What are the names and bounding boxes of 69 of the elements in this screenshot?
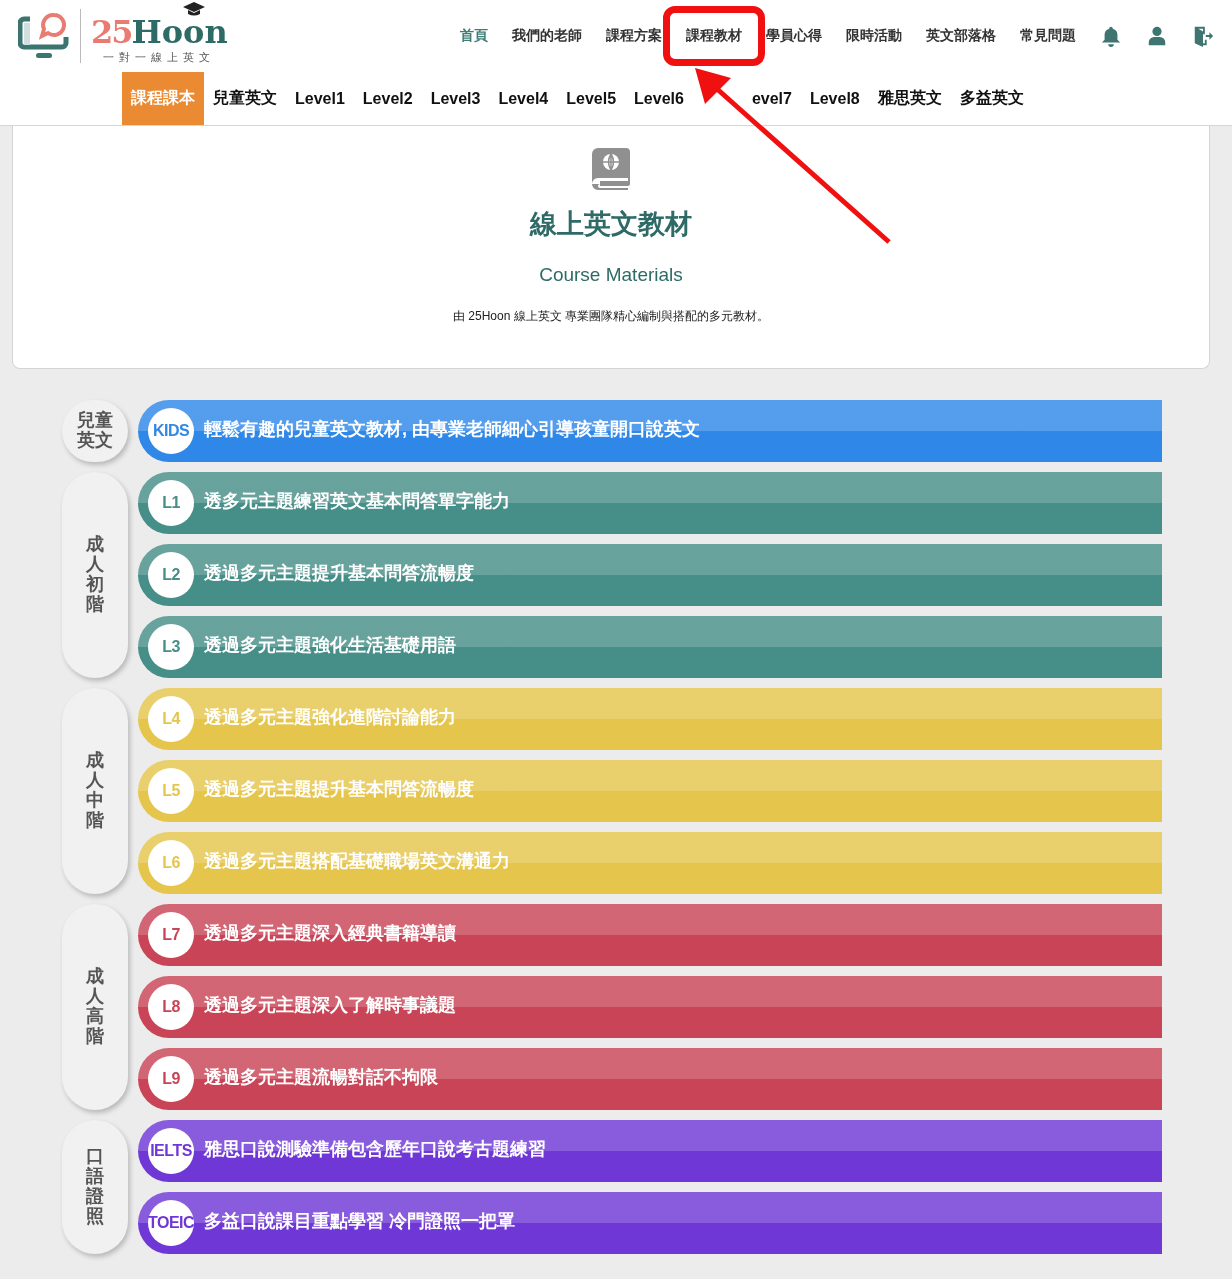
subnav-tab[interactable]: 兒童英文 <box>204 72 286 125</box>
subnav-tab[interactable]: Level6 <box>625 72 693 125</box>
logout-icon[interactable] <box>1192 25 1214 47</box>
course-tag: L4 <box>148 696 194 742</box>
subnav-tab[interactable]: 雅思英文 <box>868 72 951 125</box>
subnav-tab[interactable]: 多益英文 <box>950 72 1033 125</box>
course-bar[interactable]: KIDS 輕鬆有趣的兒童英文教材, 由專業老師細心引導孩童開口說英文 <box>138 400 1162 462</box>
nav-link[interactable]: 限時活動 <box>846 27 902 45</box>
page-description: 由 25Hoon 線上英文 專業團隊精心編制與搭配的多元教材。 <box>452 308 769 325</box>
course-tag: L8 <box>148 984 194 1030</box>
logo-name: Hoon <box>131 17 228 47</box>
nav-link[interactable]: 我們的老師 <box>512 27 582 45</box>
nav-link[interactable]: 常見問題 <box>1020 27 1076 45</box>
group-label: 成人中階 <box>62 688 128 894</box>
course-description: 透過多元主題提升基本問答流暢度 <box>204 562 474 585</box>
page-title: 線上英文教材 <box>530 208 692 241</box>
subnav-tab[interactable]: Level3 <box>421 72 490 125</box>
subnav-tab[interactable]: Level4 <box>489 72 558 125</box>
logo-number: 25 <box>91 17 132 47</box>
course-bar[interactable]: IELTS 雅思口說測驗準備包含歷年口說考古題練習 <box>138 1120 1162 1182</box>
course-description: 透過多元主題提升基本問答流暢度 <box>204 778 474 801</box>
course-tag: L2 <box>148 552 194 598</box>
subnav-tab[interactable]: Level8 <box>800 72 869 125</box>
course-description: 透多元主題練習英文基本問答單字能力 <box>204 490 510 513</box>
course-tag: IELTS <box>148 1128 194 1174</box>
page-subtitle: Course Materials <box>539 264 683 286</box>
subnav-tab[interactable]: Level2 <box>353 72 422 125</box>
nav-link[interactable]: 課程方案 <box>606 27 662 45</box>
course-description: 雅思口說測驗準備包含歷年口說考古題練習 <box>204 1138 546 1161</box>
course-bar[interactable]: L3 透過多元主題強化生活基礎用語 <box>138 616 1162 678</box>
user-icon[interactable] <box>1146 25 1168 47</box>
course-description: 透過多元主題強化進階討論能力 <box>204 706 456 729</box>
subnav-tab[interactable]: evel7 <box>742 72 801 125</box>
nav-link[interactable]: 課程教材 <box>663 6 765 66</box>
course-bar[interactable]: L2 透過多元主題提升基本問答流暢度 <box>138 544 1162 606</box>
subnav-tab[interactable]: Level1 <box>286 72 354 125</box>
course-description: 透過多元主題搭配基礎職場英文溝通力 <box>204 850 510 873</box>
group-label: 兒童英文 <box>62 400 128 462</box>
course-bar[interactable]: TOEIC 多益口說課目重點學習 冷門證照一把罩 <box>138 1192 1162 1254</box>
subnav-tab[interactable]: Level5 <box>557 72 626 125</box>
group-label: 成人高階 <box>62 904 128 1110</box>
nav-link[interactable]: 學員心得 <box>766 27 822 45</box>
course-tag: L6 <box>148 840 194 886</box>
course-bar[interactable]: L8 透過多元主題深入了解時事議題 <box>138 976 1162 1038</box>
logo-tagline: 一對一線上英文 <box>103 50 216 65</box>
course-tag: L7 <box>148 912 194 958</box>
course-description: 透過多元主題深入了解時事議題 <box>204 994 456 1017</box>
book-globe-icon <box>592 148 630 190</box>
course-bar[interactable]: L9 透過多元主題流暢對話不拘限 <box>138 1048 1162 1110</box>
course-tag: L3 <box>148 624 194 670</box>
course-tag: L5 <box>148 768 194 814</box>
course-tag: KIDS <box>148 408 194 454</box>
course-bar[interactable]: L1 透多元主題練習英文基本問答單字能力 <box>138 472 1162 534</box>
nav-link[interactable]: 英文部落格 <box>926 27 996 45</box>
course-tag: L9 <box>148 1056 194 1102</box>
nav-link[interactable]: 首頁 <box>460 27 488 45</box>
group-label: 成人初階 <box>62 472 128 678</box>
course-description: 透過多元主題強化生活基礎用語 <box>204 634 456 657</box>
course-description: 輕鬆有趣的兒童英文教材, 由專業老師細心引導孩童開口說英文 <box>204 418 700 441</box>
course-tag: L1 <box>148 480 194 526</box>
course-tag: TOEIC <box>148 1200 194 1246</box>
course-description: 透過多元主題深入經典書籍導讀 <box>204 922 456 945</box>
bell-icon[interactable] <box>1100 25 1122 47</box>
logo-icon <box>18 11 70 61</box>
course-bar[interactable]: L7 透過多元主題深入經典書籍導讀 <box>138 904 1162 966</box>
course-description: 多益口說課目重點學習 冷門證照一把罩 <box>204 1210 515 1233</box>
group-label: 口語證照 <box>62 1120 128 1254</box>
course-description: 透過多元主題流暢對話不拘限 <box>204 1066 438 1089</box>
graduation-cap-icon <box>183 2 205 16</box>
